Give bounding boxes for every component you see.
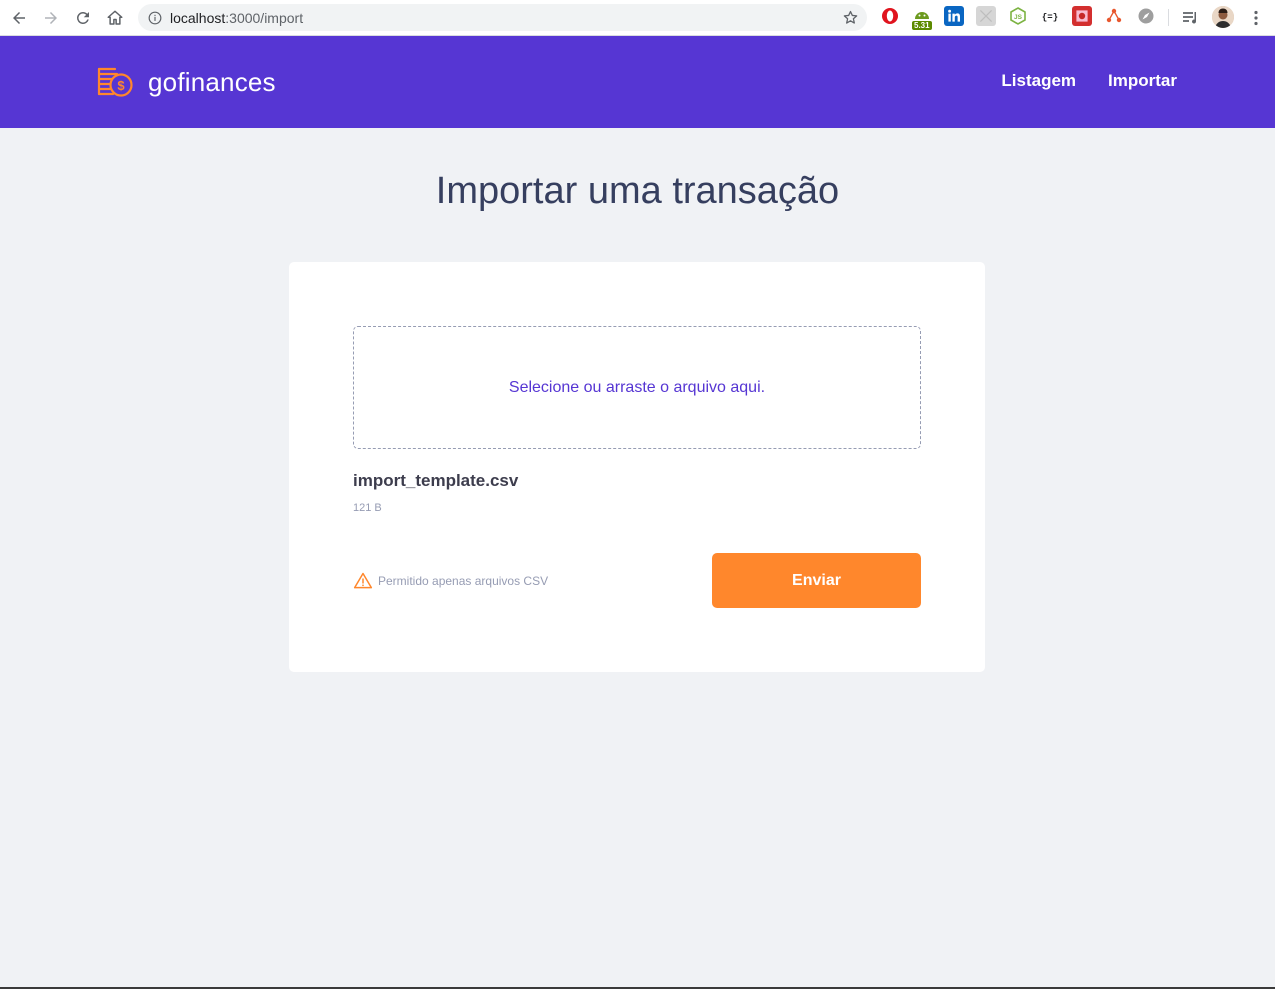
more-icon[interactable]: [1246, 8, 1266, 28]
nav-link-listagem[interactable]: Listagem: [1001, 71, 1076, 91]
browser-toolbar: localhost:3000/import 5.31 JS {=}: [0, 0, 1275, 36]
brand-name: gofinances: [148, 66, 276, 97]
opera-icon[interactable]: [880, 6, 900, 26]
avatar[interactable]: [1212, 6, 1234, 28]
logo[interactable]: $ gofinances: [96, 64, 276, 100]
file-size: 121 B: [353, 502, 382, 514]
compass-icon[interactable]: [1136, 6, 1156, 26]
back-icon: [13, 11, 25, 24]
svg-text:{=}: {=}: [1042, 13, 1058, 23]
extension-red-icon[interactable]: [1072, 6, 1092, 26]
page-title: Importar uma transação: [435, 170, 840, 212]
android-icon[interactable]: 5.31: [912, 6, 932, 30]
reload-icon: [76, 11, 89, 24]
back-button[interactable]: [3, 2, 35, 34]
extension-badge: 5.31: [912, 21, 932, 30]
json-icon[interactable]: {=}: [1040, 6, 1060, 26]
submit-button[interactable]: Enviar: [712, 553, 921, 608]
home-icon: [107, 10, 123, 25]
linkedin-icon[interactable]: [944, 6, 964, 26]
file-name: import_template.csv: [353, 471, 519, 490]
csv-warning: Permitido apenas arquivos CSV: [353, 571, 548, 591]
home-button[interactable]: [99, 2, 131, 34]
warning-icon: [353, 572, 373, 589]
queue-icon[interactable]: [1180, 8, 1200, 28]
network-icon[interactable]: [1104, 6, 1124, 26]
url-text: localhost:3000/import: [170, 10, 303, 26]
import-card: Selecione ou arraste o arquivo aqui. imp…: [289, 262, 985, 672]
main-nav: Listagem Importar: [969, 71, 1177, 91]
toolbar-separator: [1168, 9, 1169, 26]
app-header: $ gofinances Listagem Importar: [0, 36, 1275, 128]
url-host: localhost: [170, 9, 226, 26]
puzzle-icon[interactable]: [976, 6, 996, 26]
nodejs-icon[interactable]: JS: [1008, 6, 1028, 26]
file-dropzone[interactable]: Selecione ou arraste o arquivo aqui.: [353, 326, 921, 449]
url-path: :3000/import: [225, 9, 304, 26]
warning-text: Permitido apenas arquivos CSV: [378, 574, 549, 588]
star-icon[interactable]: [842, 9, 859, 26]
nav-link-importar[interactable]: Importar: [1108, 71, 1177, 91]
reload-button[interactable]: [67, 2, 99, 34]
coins-logo-icon: $: [97, 67, 133, 97]
info-icon[interactable]: [148, 11, 162, 25]
forward-icon: [45, 11, 57, 24]
address-bar[interactable]: localhost:3000/import: [138, 4, 867, 31]
dropzone-label: Selecione ou arraste o arquivo aqui.: [508, 378, 766, 396]
forward-button[interactable]: [35, 2, 67, 34]
extensions-bar: 5.31 JS {=}: [880, 6, 1168, 30]
svg-text:$: $: [117, 78, 125, 93]
svg-text:JS: JS: [1014, 14, 1023, 21]
